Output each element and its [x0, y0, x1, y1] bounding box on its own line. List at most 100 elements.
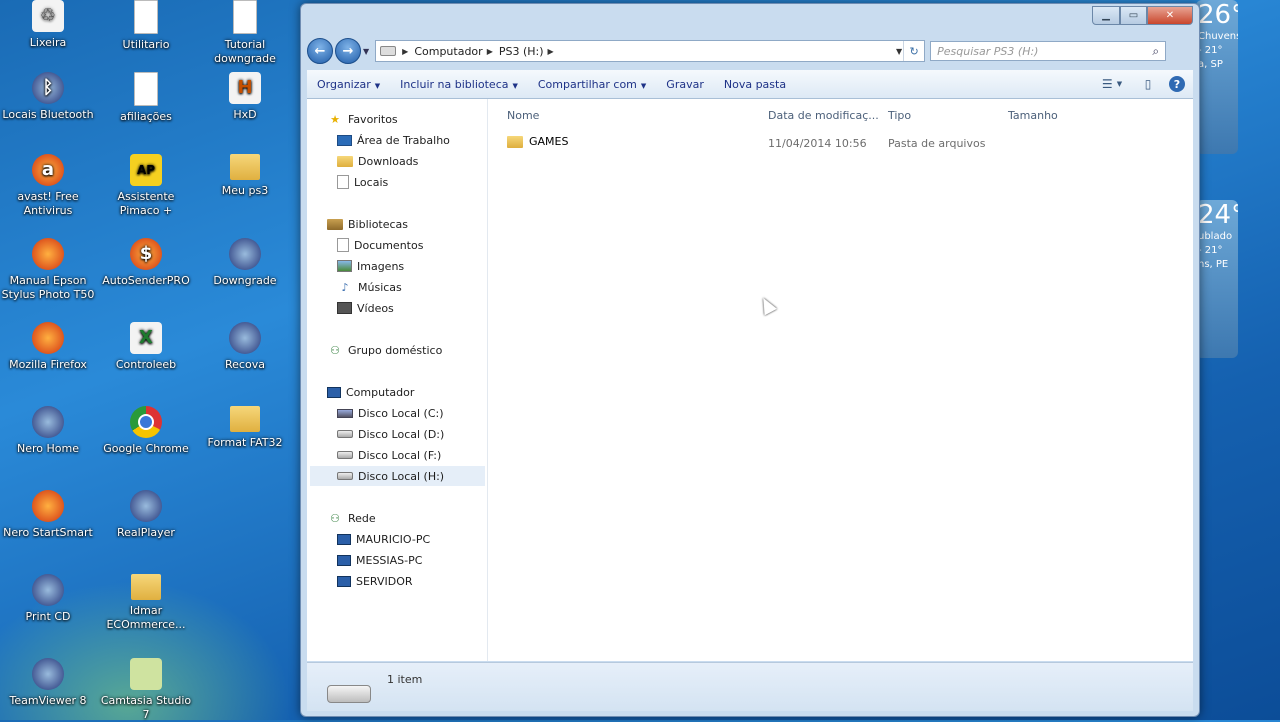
- search-input[interactable]: Pesquisar PS3 (H:) ⌕: [930, 41, 1167, 61]
- desktop-icon-tutorial[interactable]: Tutorial downgrade: [197, 0, 293, 66]
- nav-libraries[interactable]: Bibliotecas: [327, 214, 408, 234]
- organize-button[interactable]: Organizar ▼: [307, 78, 390, 91]
- nav-label: Disco Local (C:): [358, 406, 444, 420]
- desktop-icon-nero-home[interactable]: Nero Home: [0, 406, 96, 456]
- file-row-games[interactable]: GAMES: [507, 135, 568, 148]
- nav-videos[interactable]: Vídeos: [337, 298, 394, 318]
- nav-label: Locais: [354, 175, 389, 189]
- nav-messias-pc[interactable]: MESSIAS-PC: [337, 550, 422, 570]
- breadcrumb-computador[interactable]: Computador: [414, 45, 482, 58]
- nav-network[interactable]: ⚇ Rede: [327, 508, 376, 528]
- weather-city: ns, PE: [1198, 259, 1229, 270]
- nav-servidor[interactable]: SERVIDOR: [337, 571, 413, 591]
- search-icon[interactable]: ⌕: [1152, 44, 1159, 59]
- nav-mauricio-pc[interactable]: MAURICIO-PC: [337, 529, 430, 549]
- desktop-icon-label: Tutorial downgrade: [214, 38, 276, 65]
- desktop-icon-afiliacoes[interactable]: afiliações: [98, 72, 194, 124]
- help-button[interactable]: ?: [1169, 76, 1185, 92]
- nav-locais[interactable]: Locais: [337, 172, 388, 192]
- nav-label: MAURICIO-PC: [356, 532, 431, 546]
- desktop-icon-pimaco[interactable]: AP Assistente Pimaco +: [98, 154, 194, 218]
- folder-icon: [507, 135, 523, 148]
- desktop-icon-downgrade[interactable]: Downgrade: [197, 238, 293, 288]
- camtasia-icon: [130, 658, 162, 690]
- file-icon: [134, 72, 158, 106]
- nav-homegroup[interactable]: ⚇ Grupo doméstico: [327, 340, 442, 360]
- weather-condition: Chuvens: [1198, 31, 1238, 42]
- view-options-button[interactable]: ☰ ▼: [1101, 75, 1123, 93]
- nav-favorites[interactable]: ★ Favoritos: [327, 109, 398, 129]
- nav-label: Bibliotecas: [348, 217, 409, 231]
- nav-disk-f[interactable]: Disco Local (F:): [337, 445, 441, 465]
- breadcrumb-ps3[interactable]: PS3 (H:): [499, 45, 544, 58]
- weather-temp: 26°: [1198, 0, 1238, 30]
- minimize-button[interactable]: ▁: [1092, 6, 1120, 25]
- nav-desktop[interactable]: Área de Trabalho: [337, 130, 450, 150]
- recent-pages-button[interactable]: ▼: [363, 47, 369, 56]
- desktop-icon-chrome[interactable]: Google Chrome: [98, 406, 194, 456]
- desktop-icon-camtasia[interactable]: Camtasia Studio 7: [98, 658, 194, 722]
- organize-label: Organizar: [317, 77, 371, 91]
- desktop-icon-avast[interactable]: a avast! Free Antivirus: [0, 154, 96, 218]
- desktop-icon-idmar[interactable]: Idmar ECOmmerce...: [98, 574, 194, 632]
- include-library-label: Incluir na biblioteca: [400, 77, 509, 91]
- desktop-icon-label: Meu ps3: [221, 184, 269, 197]
- weather-gadget-top[interactable]: 26° Chuvens - 21° a, SP: [1196, 0, 1238, 154]
- desktop-icon-realplayer[interactable]: RealPlayer: [98, 490, 194, 540]
- desktop-icon-format-fat32[interactable]: Format FAT32: [197, 406, 293, 450]
- desktop-icon-manual-epson[interactable]: Manual Epson Stylus Photo T50: [0, 238, 96, 302]
- column-header-date[interactable]: Data de modificaç...: [768, 109, 879, 122]
- desktop-icon-hxd[interactable]: H HxD: [197, 72, 293, 122]
- excel-icon: X: [130, 322, 162, 354]
- chevron-right-icon[interactable]: ▶: [487, 47, 493, 56]
- nav-images[interactable]: Imagens: [337, 256, 404, 276]
- nav-disk-c[interactable]: Disco Local (C:): [337, 403, 444, 423]
- nav-disk-d[interactable]: Disco Local (D:): [337, 424, 444, 444]
- desktop-icon-firefox[interactable]: Mozilla Firefox: [0, 322, 96, 372]
- desktop-icon-nero-startsmart[interactable]: Nero StartSmart: [0, 490, 96, 540]
- refresh-button[interactable]: ↻: [903, 41, 924, 61]
- column-header-name[interactable]: Nome: [507, 109, 539, 122]
- desktop-icon-meu-ps3[interactable]: Meu ps3: [197, 154, 293, 198]
- nero-icon: [32, 490, 64, 522]
- desktop-icon-autosender[interactable]: $ AutoSenderPRO: [98, 238, 194, 288]
- desktop-icon-recycle-bin[interactable]: ♲ Lixeira: [0, 0, 96, 50]
- nav-documents[interactable]: Documentos: [337, 235, 423, 255]
- burn-button[interactable]: Gravar: [656, 78, 714, 91]
- desktop-icon-label: Lixeira: [29, 36, 67, 49]
- column-header-type[interactable]: Tipo: [888, 109, 911, 122]
- forward-button[interactable]: →: [335, 38, 361, 64]
- chevron-right-icon[interactable]: ▶: [402, 47, 408, 56]
- back-button[interactable]: ←: [307, 38, 333, 64]
- maximize-button[interactable]: ▭: [1120, 6, 1147, 25]
- drive-icon: [380, 46, 397, 56]
- nav-music[interactable]: ♪ Músicas: [337, 277, 402, 297]
- desktop-icon-recova[interactable]: Recova: [197, 322, 293, 372]
- new-folder-button[interactable]: Nova pasta: [714, 78, 796, 91]
- bluetooth-icon: ᛒ: [32, 72, 64, 104]
- nav-computer[interactable]: Computador: [327, 382, 414, 402]
- nav-downloads[interactable]: Downloads: [337, 151, 418, 171]
- firefox-icon: [32, 322, 64, 354]
- desktop-icon-print-cd[interactable]: Print CD: [0, 574, 96, 624]
- desktop-icon-bluetooth[interactable]: ᛒ Locais Bluetooth: [0, 72, 96, 122]
- nav-disk-h[interactable]: Disco Local (H:): [310, 466, 485, 486]
- close-button[interactable]: ✕: [1147, 6, 1193, 25]
- preview-pane-button[interactable]: ▯: [1137, 75, 1159, 93]
- navigation-bar: ← → ▼ ▶ Computador ▶ PS3 (H:) ▶ ▼ ↻ Pesq…: [307, 38, 1193, 64]
- preview-pane-icon: ▯: [1144, 77, 1152, 91]
- desktop-icon-utilitario[interactable]: Utilitario: [98, 0, 194, 52]
- downgrade-icon: [229, 238, 261, 270]
- column-header-size[interactable]: Tamanho: [1008, 109, 1058, 122]
- address-bar[interactable]: ▶ Computador ▶ PS3 (H:) ▶ ▼ ↻: [375, 40, 926, 62]
- desktop-icon-teamviewer[interactable]: TeamViewer 8: [0, 658, 96, 708]
- drive-large-icon: [327, 685, 371, 703]
- weather-gadget-bottom[interactable]: 24° ublado - 21° ns, PE: [1196, 200, 1238, 358]
- share-button[interactable]: Compartilhar com ▼: [528, 78, 656, 91]
- desktop-icon-controleeb[interactable]: X Controleeb: [98, 322, 194, 372]
- include-library-button[interactable]: Incluir na biblioteca ▼: [390, 78, 528, 91]
- address-dropdown-icon[interactable]: ▼: [896, 47, 902, 56]
- nav-label: Músicas: [358, 280, 402, 294]
- chevron-right-icon[interactable]: ▶: [548, 47, 554, 56]
- music-note-icon: ♪: [341, 280, 349, 294]
